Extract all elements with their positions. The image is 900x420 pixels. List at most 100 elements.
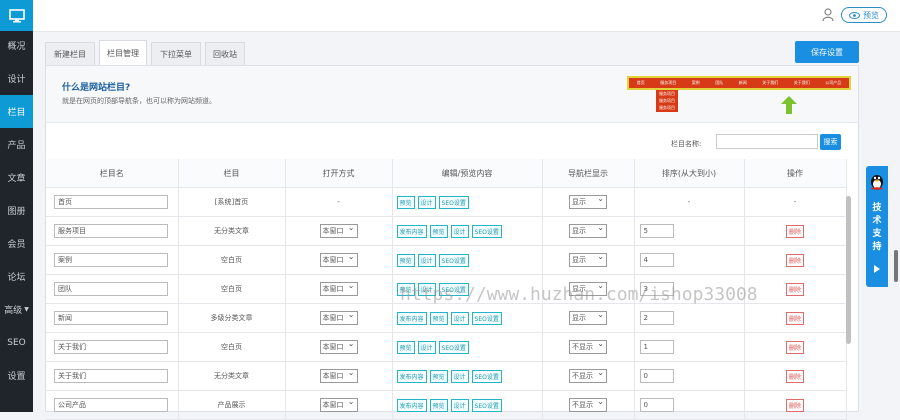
tab-dropdown-menu[interactable]: 下拉菜单 [151, 42, 201, 65]
column-name-field[interactable]: 新闻 [54, 311, 168, 325]
preview-tag-button[interactable]: 预览 [396, 340, 415, 354]
column-name-field[interactable]: 关于我们 [54, 340, 168, 354]
preview-tag-button[interactable]: 预览 [429, 398, 448, 412]
preview-tag-button[interactable]: 预览 [429, 311, 448, 325]
publish-tag-button[interactable]: 发布内容 [396, 398, 427, 412]
sort-value: - [634, 187, 745, 217]
delete-button[interactable]: 删除 [785, 253, 804, 267]
page-scrollbar[interactable] [894, 250, 898, 282]
open-mode-select[interactable]: 本窗口 [319, 367, 358, 383]
sidebar-item-forum[interactable]: 论坛 [0, 260, 33, 293]
sort-input[interactable]: 1 [639, 340, 674, 354]
table-row: 关于我们 无分类文章 本窗口 发布内容 预览 设计 SEO设置 不显示 0 删除 [46, 361, 847, 391]
design-tag-button[interactable]: 设计 [450, 224, 469, 238]
delete-button[interactable]: 删除 [785, 282, 804, 296]
delete-button[interactable]: 删除 [785, 398, 804, 412]
table-scrollbar[interactable] [846, 196, 851, 344]
sidebar-item-overview[interactable]: 概况 [0, 29, 33, 62]
sidebar-item-article[interactable]: 文章 [0, 161, 33, 194]
sidebar-item-seo[interactable]: SEO [0, 326, 33, 359]
open-mode-select[interactable]: 本窗口 [319, 338, 358, 354]
tab-new-column[interactable]: 新建栏目 [45, 42, 95, 65]
sidebar-item-member[interactable]: 会员 [0, 227, 33, 260]
column-name-field[interactable]: 服务项目 [54, 224, 168, 238]
operation-value: - [744, 187, 847, 217]
sort-input[interactable]: 5 [639, 224, 674, 238]
eye-icon [849, 11, 860, 19]
sort-input[interactable]: 0 [639, 369, 674, 383]
open-mode: - [285, 187, 393, 217]
preview-button[interactable]: 预览 [841, 7, 887, 23]
design-tag-button[interactable]: 设计 [450, 369, 469, 383]
delete-button[interactable]: 删除 [785, 224, 804, 238]
preview-tag-button[interactable]: 预览 [396, 195, 415, 209]
seo-tag-button[interactable]: SEO设置 [471, 311, 502, 325]
preview-tag-button[interactable]: 预览 [429, 369, 448, 383]
nav-display-select[interactable]: 显示 [569, 193, 607, 209]
preview-tag-button[interactable]: 预览 [396, 253, 415, 267]
tab-recycle-bin[interactable]: 回收站 [205, 42, 245, 65]
column-name-field[interactable]: 关于我们 [54, 369, 168, 383]
publish-tag-button[interactable]: 发布内容 [396, 369, 427, 383]
table-row: 关于我们 空白页 本窗口 预览 设计 SEO设置 不显示 1 删除 [46, 332, 847, 362]
open-mode-select[interactable]: 本窗口 [319, 396, 358, 412]
open-mode-select[interactable]: 本窗口 [319, 222, 358, 238]
seo-tag-button[interactable]: SEO设置 [438, 340, 469, 354]
open-mode-select[interactable]: 本窗口 [319, 251, 358, 267]
seo-tag-button[interactable]: SEO设置 [438, 195, 469, 209]
sidebar-item-advanced[interactable]: 高级 ▼ [0, 293, 33, 326]
column-name-input[interactable] [716, 134, 818, 149]
nav-display-select[interactable]: 不显示 [569, 396, 607, 412]
column-name-field[interactable]: 公司产品 [54, 398, 168, 412]
sidebar-item-product[interactable]: 产品 [0, 128, 33, 161]
sidebar-item-column[interactable]: 栏目 [0, 95, 33, 128]
design-tag-button[interactable]: 设计 [417, 253, 436, 267]
seo-tag-button[interactable]: SEO设置 [438, 253, 469, 267]
column-type: 产品展示 [178, 390, 286, 420]
topbar [33, 0, 900, 32]
nav-display-select[interactable]: 不显示 [569, 367, 607, 383]
publish-tag-button[interactable]: 发布内容 [396, 224, 427, 238]
sort-input[interactable]: 2 [639, 311, 674, 325]
column-type: 无分类文章 [178, 361, 286, 391]
seo-tag-button[interactable]: SEO设置 [471, 224, 502, 238]
publish-tag-button[interactable]: 发布内容 [396, 311, 427, 325]
nav-display-select[interactable]: 显示 [569, 309, 607, 325]
open-mode-select[interactable]: 本窗口 [319, 309, 358, 325]
delete-button[interactable]: 删除 [785, 311, 804, 325]
design-tag-button[interactable]: 设计 [417, 195, 436, 209]
sidebar-item-design[interactable]: 设计 [0, 62, 33, 95]
sidebar-item-album[interactable]: 图册 [0, 194, 33, 227]
nav-display-select[interactable]: 显示 [569, 251, 607, 267]
delete-button[interactable]: 删除 [785, 369, 804, 383]
delete-button[interactable]: 删除 [785, 340, 804, 354]
column-header: 操作 [744, 159, 847, 188]
column-name-field[interactable]: 案例 [54, 253, 168, 267]
column-name-field[interactable]: 首页 [54, 195, 168, 209]
monitor-icon[interactable] [0, 0, 33, 31]
sort-input[interactable]: 0 [639, 398, 674, 412]
tab-column-manage[interactable]: 栏目管理 [99, 40, 147, 66]
sidebar-item-settings[interactable]: 设置 [0, 359, 33, 392]
design-tag-button[interactable]: 设计 [417, 340, 436, 354]
design-tag-button[interactable]: 设计 [450, 398, 469, 412]
seo-tag-button[interactable]: SEO设置 [471, 398, 502, 412]
nav-display-select[interactable]: 不显示 [569, 338, 607, 354]
search-button[interactable]: 搜索 [820, 134, 841, 150]
column-name-field[interactable]: 团队 [54, 282, 168, 296]
column-header: 排序(从大到小) [634, 159, 745, 188]
design-tag-button[interactable]: 设计 [450, 311, 469, 325]
table-row: 公司产品 产品展示 本窗口 发布内容 预览 设计 SEO设置 不显示 0 删除 [46, 390, 847, 420]
column-header: 导航栏显示 [542, 159, 635, 188]
user-icon[interactable] [822, 8, 834, 22]
open-mode-select[interactable]: 本窗口 [319, 280, 358, 296]
seo-tag-button[interactable]: SEO设置 [471, 369, 502, 383]
demo-navbar-image: 首页 服务项目 案例 团队 新闻 关于我们 关于我们 公司产品 [627, 76, 851, 90]
sort-input[interactable]: 4 [639, 253, 674, 267]
preview-tag-button[interactable]: 预览 [429, 224, 448, 238]
save-settings-button[interactable]: 保存设置 [795, 41, 859, 63]
nav-display-select[interactable]: 显示 [569, 222, 607, 238]
column-type: 空白页 [178, 332, 286, 362]
table-row: 新闻 多级分类文章 本窗口 发布内容 预览 设计 SEO设置 显示 2 删除 [46, 303, 847, 333]
column-type: [系统]首页 [178, 187, 286, 217]
